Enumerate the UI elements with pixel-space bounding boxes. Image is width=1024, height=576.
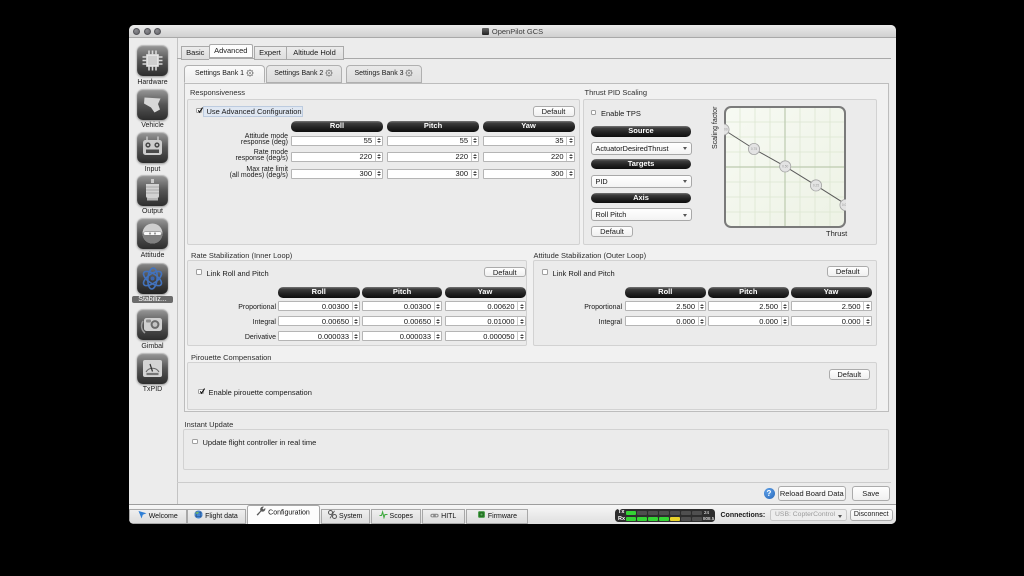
svg-text:1.00: 1.00 (724, 127, 728, 131)
svg-text:0.25: 0.25 (812, 183, 818, 187)
svg-text:0.00: 0.00 (841, 203, 845, 207)
svg-text:0.75: 0.75 (750, 147, 756, 151)
svg-text:0.50: 0.50 (782, 164, 788, 168)
